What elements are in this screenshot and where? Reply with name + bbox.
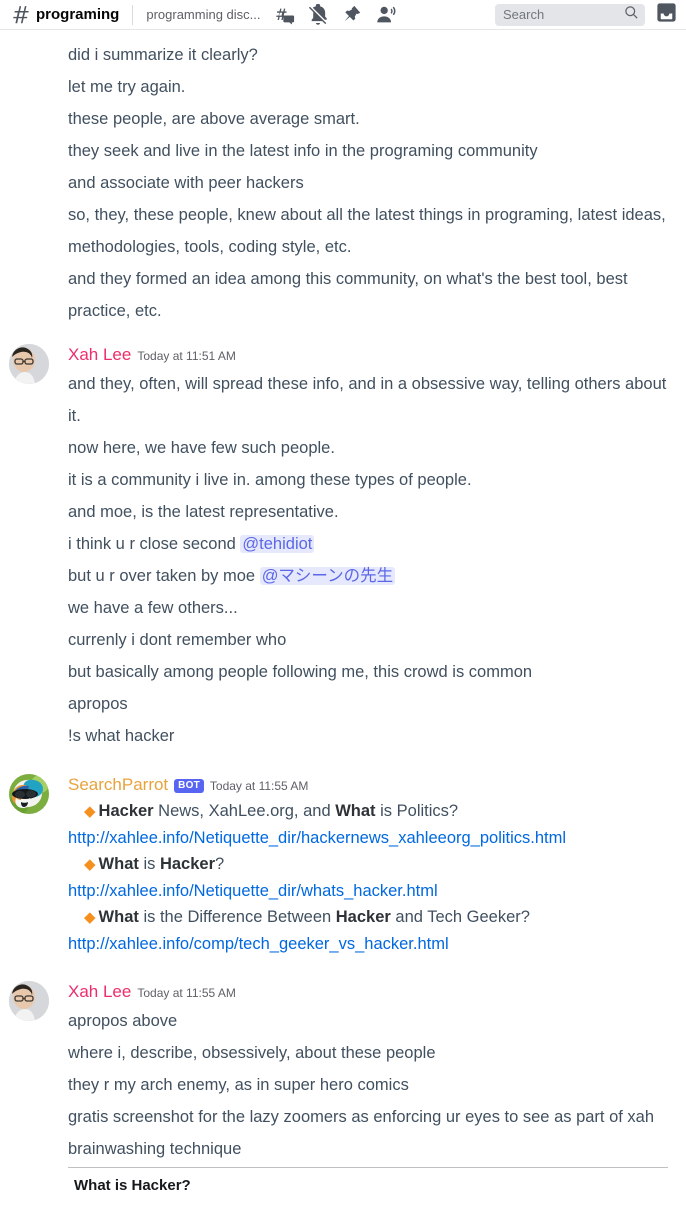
message-header: Xah Lee Today at 11:55 AM <box>0 981 686 1005</box>
message-author[interactable]: Xah Lee <box>68 981 131 1003</box>
result-text: is the Difference Between <box>138 908 336 926</box>
orange-diamond-icon: ◆ <box>84 803 96 820</box>
search-result-link-row: http://xahlee.info/comp/tech_geeker_vs_h… <box>0 931 686 957</box>
avatar-xah-lee[interactable] <box>9 981 49 1021</box>
orange-diamond-icon: ◆ <box>84 856 96 873</box>
message-line: these people, are above average smart. <box>68 110 360 128</box>
message-header: SearchParrot BOT Today at 11:55 AM <box>0 774 686 798</box>
result-keyword: What <box>98 908 139 926</box>
result-text: ? <box>215 855 225 873</box>
message-timestamp: Today at 11:51 AM <box>137 349 236 363</box>
message-line-with-mention: i think u r close second @tehidiot <box>0 528 686 560</box>
member-list-icon[interactable] <box>375 4 397 26</box>
result-link[interactable]: http://xahlee.info/Netiquette_dir/whats_… <box>68 882 438 900</box>
inbox-icon[interactable] <box>655 1 678 29</box>
search-result-link-row: http://xahlee.info/Netiquette_dir/whats_… <box>0 878 686 904</box>
hash-icon <box>10 4 32 26</box>
result-text: News, XahLee.org, and <box>153 802 336 820</box>
header-divider <box>132 4 134 25</box>
message-author[interactable]: Xah Lee <box>68 344 131 366</box>
message-line: let me try again. <box>68 78 186 96</box>
result-link[interactable]: http://xahlee.info/Netiquette_dir/hacker… <box>68 829 566 847</box>
user-mention[interactable]: @マシーンの先生 <box>259 567 396 585</box>
message-line: we have a few others... <box>68 599 238 617</box>
message-line: they seek and live in the latest info in… <box>68 142 538 160</box>
orange-diamond-icon: ◆ <box>84 909 96 926</box>
avatar-xah-lee[interactable] <box>9 344 49 384</box>
channel-topic[interactable]: programming disc... <box>146 7 260 22</box>
notification-muted-icon[interactable] <box>307 3 329 26</box>
message-line: it is a community i live in. among these… <box>68 471 472 489</box>
result-keyword: Hacker <box>335 908 391 926</box>
mention-line-prefix: i think u r close second <box>68 535 241 553</box>
message-line: and moe, is the latest representative. <box>68 503 339 521</box>
message-line: and they, often, will spread these info,… <box>68 375 667 425</box>
message-line: apropos above <box>68 1012 178 1030</box>
channel-header: programing programming disc... <box>0 0 686 30</box>
search-result-link-row: http://xahlee.info/Netiquette_dir/hacker… <box>0 825 686 851</box>
message-line: apropos <box>68 695 128 713</box>
result-keyword: Hacker <box>159 855 216 873</box>
message-line: gratis screenshot for the lazy zoomers a… <box>68 1108 655 1158</box>
pinned-messages-icon[interactable] <box>341 4 363 26</box>
search-box[interactable] <box>495 3 645 26</box>
message-group-continuation: did i summarize it clearly? let me try a… <box>0 39 686 327</box>
search-result-title: ◆ What is Hacker? <box>0 851 686 878</box>
message-list[interactable]: did i summarize it clearly? let me try a… <box>0 30 686 1228</box>
result-keyword: Hacker <box>98 802 154 820</box>
avatar-searchparrot[interactable] <box>9 774 49 814</box>
message-line: !s what hacker <box>68 727 175 745</box>
message-line: but basically among people following me,… <box>68 663 533 681</box>
message-line: where i, describe, obsessively, about th… <box>68 1044 436 1062</box>
message-timestamp: Today at 11:55 AM <box>137 986 236 1000</box>
page-title: programing <box>36 6 120 23</box>
search-input[interactable] <box>503 7 624 22</box>
result-text: and Tech Geeker? <box>390 908 530 926</box>
message-line: currenly i dont remember who <box>68 631 287 649</box>
result-keyword: What <box>335 802 376 820</box>
message-group-xah-1155: Xah Lee Today at 11:55 AM apropos above … <box>0 957 686 1194</box>
message-line: they r my arch enemy, as in super hero c… <box>68 1076 409 1094</box>
message-line-with-mention: but u r over taken by moe @マシーンの先生 <box>0 560 686 592</box>
threads-icon[interactable] <box>273 4 295 26</box>
search-icon[interactable] <box>624 5 639 25</box>
search-result-title: ◆ Hacker News, XahLee.org, and What is Po… <box>0 798 686 825</box>
result-text: is <box>138 855 160 873</box>
message-line: and they formed an idea among this commu… <box>68 270 628 320</box>
user-mention[interactable]: @tehidiot <box>240 535 315 553</box>
message-line: did i summarize it clearly? <box>68 46 258 64</box>
result-keyword: What <box>98 855 139 873</box>
message-timestamp: Today at 11:55 AM <box>209 779 309 793</box>
mention-line-prefix: but u r over taken by moe <box>68 567 260 585</box>
message-group-xah-1151: Xah Lee Today at 11:51 AM and they, ofte… <box>0 327 686 752</box>
message-line: so, they, these people, knew about all t… <box>68 206 666 256</box>
message-line: now here, we have few such people. <box>68 439 335 457</box>
message-author[interactable]: SearchParrot <box>68 774 168 796</box>
bot-badge: BOT <box>174 779 204 793</box>
message-header: Xah Lee Today at 11:51 AM <box>0 344 686 368</box>
message-line: and associate with peer hackers <box>68 174 304 192</box>
message-group-searchparrot: SearchParrot BOT Today at 11:55 AM ◆ Hack… <box>0 752 686 957</box>
result-link[interactable]: http://xahlee.info/comp/tech_geeker_vs_h… <box>68 935 449 953</box>
embedded-webpage-screenshot[interactable]: What is Hacker? <box>68 1167 668 1194</box>
result-text: is Politics? <box>375 802 459 820</box>
search-result-title: ◆ What is the Difference Between Hacker a… <box>0 904 686 931</box>
embed-title: What is Hacker? <box>74 1177 191 1194</box>
